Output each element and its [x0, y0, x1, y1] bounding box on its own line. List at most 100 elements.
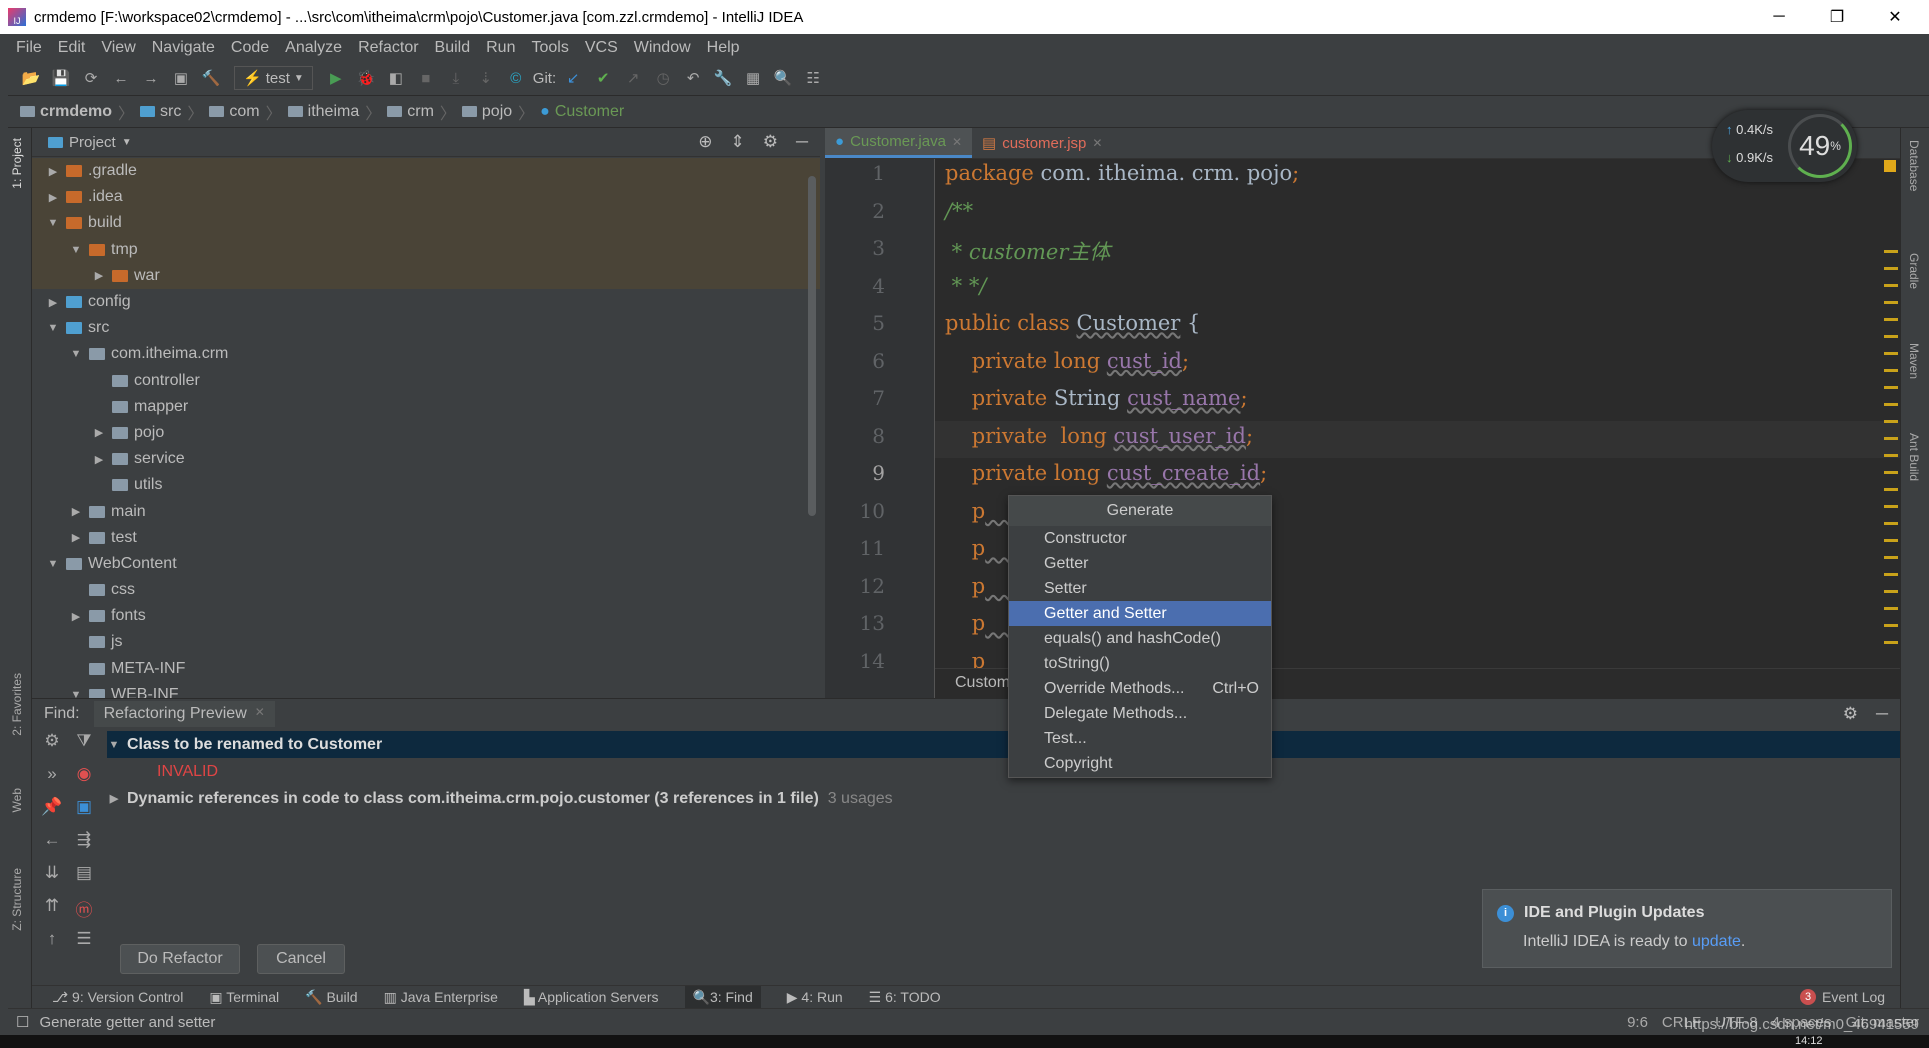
database-tool-button[interactable]: Database: [1907, 140, 1921, 191]
generate-item-getter[interactable]: Getter: [1009, 551, 1271, 576]
expand-arrow-icon[interactable]: ▶: [69, 505, 83, 518]
error-stripe-mark[interactable]: [1884, 607, 1898, 610]
gear-icon[interactable]: ⚙: [36, 731, 68, 764]
history-icon[interactable]: ◷: [650, 65, 676, 91]
error-stripe-mark[interactable]: [1884, 573, 1898, 576]
breadcrumb-item[interactable]: crmdemo: [20, 103, 112, 121]
error-stripe-mark[interactable]: [1884, 539, 1898, 542]
error-stripe-mark[interactable]: [1884, 454, 1898, 457]
git-update-icon[interactable]: ↙: [560, 65, 586, 91]
pin-icon[interactable]: 📌: [36, 797, 68, 830]
breadcrumb-item[interactable]: src: [140, 103, 181, 121]
tree-item-idea[interactable]: ▶ .idea: [32, 184, 820, 211]
revert-icon[interactable]: ↶: [680, 65, 706, 91]
group-icon[interactable]: ▣: [68, 797, 100, 830]
hide-icon[interactable]: ─: [1876, 704, 1888, 724]
generate-item-tostring[interactable]: toString(): [1009, 651, 1271, 676]
warning-indicator-icon[interactable]: [1884, 160, 1896, 172]
tree-item-war[interactable]: ▶ war: [32, 262, 820, 289]
menu-code[interactable]: Code: [223, 39, 277, 57]
expand-arrow-icon[interactable]: ▶: [46, 296, 60, 309]
close-tab-icon[interactable]: ✕: [255, 705, 265, 723]
tree-item-mapper[interactable]: mapper: [32, 394, 820, 420]
error-stripe-mark[interactable]: [1884, 318, 1898, 321]
error-stripe-mark[interactable]: [1884, 590, 1898, 593]
error-stripe-mark[interactable]: [1884, 250, 1898, 253]
tool-window-3find[interactable]: 🔍 3: Find: [684, 985, 761, 1009]
error-stripe-mark[interactable]: [1884, 641, 1898, 644]
menu-edit[interactable]: Edit: [50, 39, 94, 57]
tool-window-build[interactable]: 🔨 Build: [305, 989, 357, 1006]
restore-button[interactable]: ❐: [1808, 0, 1866, 34]
generate-item-overridemethods[interactable]: Override Methods... Ctrl+O: [1009, 676, 1271, 701]
do-refactor-button[interactable]: Do Refactor: [120, 944, 240, 974]
chevron-down-icon[interactable]: ▼: [122, 137, 132, 148]
menu-analyze[interactable]: Analyze: [277, 39, 350, 57]
tree-item-webcontent[interactable]: ▼ WebContent: [32, 551, 820, 577]
expand-arrow-icon[interactable]: ▶: [69, 531, 83, 544]
expand-arrow-icon[interactable]: ▼: [46, 322, 60, 334]
breadcrumb-item[interactable]: ● Customer: [540, 103, 624, 121]
stop-icon[interactable]: ■: [413, 65, 439, 91]
tree-item-fonts[interactable]: ▶ fonts: [32, 603, 820, 629]
menu-tools[interactable]: Tools: [523, 39, 576, 57]
git-push-icon[interactable]: ↗: [620, 65, 646, 91]
tree-item-tmp[interactable]: ▼ tmp: [32, 236, 820, 263]
generate-item-delegatemethods[interactable]: Delegate Methods...: [1009, 701, 1271, 726]
tree-item-main[interactable]: ▶ main: [32, 498, 820, 524]
back-icon[interactable]: ←: [108, 65, 134, 91]
tree-item-service[interactable]: ▶ service: [32, 446, 820, 472]
search-icon[interactable]: 🔍: [770, 65, 796, 91]
tree-item-metainf[interactable]: META-INF: [32, 656, 820, 682]
error-stripe-mark[interactable]: [1884, 369, 1898, 372]
run-icon[interactable]: ▶: [323, 65, 349, 91]
expand-all-icon[interactable]: ⇊: [36, 863, 68, 896]
file-icon[interactable]: ▤: [68, 863, 100, 896]
error-stripe-mark[interactable]: [1884, 403, 1898, 406]
menu-navigate[interactable]: Navigate: [144, 39, 223, 57]
error-stripe-mark[interactable]: [1884, 420, 1898, 423]
error-stripe-mark[interactable]: [1884, 335, 1898, 338]
tree-row-dynamic-refs[interactable]: ▶ Dynamic references in code to class com…: [107, 785, 1900, 812]
merge-icon[interactable]: ⇶: [68, 830, 100, 863]
hide-icon[interactable]: ─: [796, 132, 808, 152]
error-stripe-mark[interactable]: [1884, 624, 1898, 627]
forward-icon[interactable]: →: [138, 65, 164, 91]
terminal-icon[interactable]: ▣: [168, 65, 194, 91]
breadcrumb-item[interactable]: pojo: [461, 103, 512, 121]
generate-item-equalsandhashcode[interactable]: equals() and hashCode(): [1009, 626, 1271, 651]
minimize-button[interactable]: ─: [1750, 0, 1808, 34]
cancel-button[interactable]: Cancel: [257, 944, 345, 974]
status-toggle-icon[interactable]: ☐: [16, 1013, 29, 1031]
breadcrumb-item[interactable]: com: [209, 103, 260, 121]
flatten-icon[interactable]: ☰: [68, 929, 100, 962]
generate-item-copyright[interactable]: Copyright: [1009, 751, 1271, 776]
expand-arrow-icon[interactable]: ▼: [46, 558, 60, 570]
error-stripe-mark[interactable]: [1884, 556, 1898, 559]
menu-build[interactable]: Build: [427, 39, 479, 57]
tool-window-4run[interactable]: ▶ 4: Run: [787, 989, 843, 1006]
project-structure-icon[interactable]: ▦: [740, 65, 766, 91]
tree-item-test[interactable]: ▶ test: [32, 525, 820, 551]
expand-arrow-icon[interactable]: ▶: [46, 165, 60, 178]
generate-item-constructor[interactable]: Constructor: [1009, 526, 1271, 551]
rerun-icon[interactable]: »: [36, 764, 68, 797]
tree-item-pojo[interactable]: ▶ pojo: [32, 420, 820, 446]
tasks-icon[interactable]: ☷: [800, 65, 826, 91]
menu-refactor[interactable]: Refactor: [350, 39, 426, 57]
expand-arrow-icon[interactable]: ▶: [92, 426, 106, 439]
error-stripe-mark[interactable]: [1884, 437, 1898, 440]
open-icon[interactable]: 📂: [18, 65, 44, 91]
tree-item-gradle[interactable]: ▶ .gradle: [32, 158, 820, 185]
web-tool-button[interactable]: Web: [10, 788, 24, 812]
gear-icon[interactable]: ⚙: [1843, 704, 1858, 724]
breadcrumb-item[interactable]: crm: [387, 103, 434, 121]
tree-item-comitheimacrm[interactable]: ▼ com.itheima.crm: [32, 341, 820, 367]
error-stripe-mark[interactable]: [1884, 284, 1898, 287]
error-stripe-mark[interactable]: [1884, 471, 1898, 474]
sync-icon[interactable]: ⟳: [78, 65, 104, 91]
error-stripe-mark[interactable]: [1884, 352, 1898, 355]
project-tool-button[interactable]: 1: Project: [10, 138, 24, 189]
menu-window[interactable]: Window: [626, 39, 699, 57]
memory-percent-gauge[interactable]: 49%: [1788, 114, 1852, 178]
